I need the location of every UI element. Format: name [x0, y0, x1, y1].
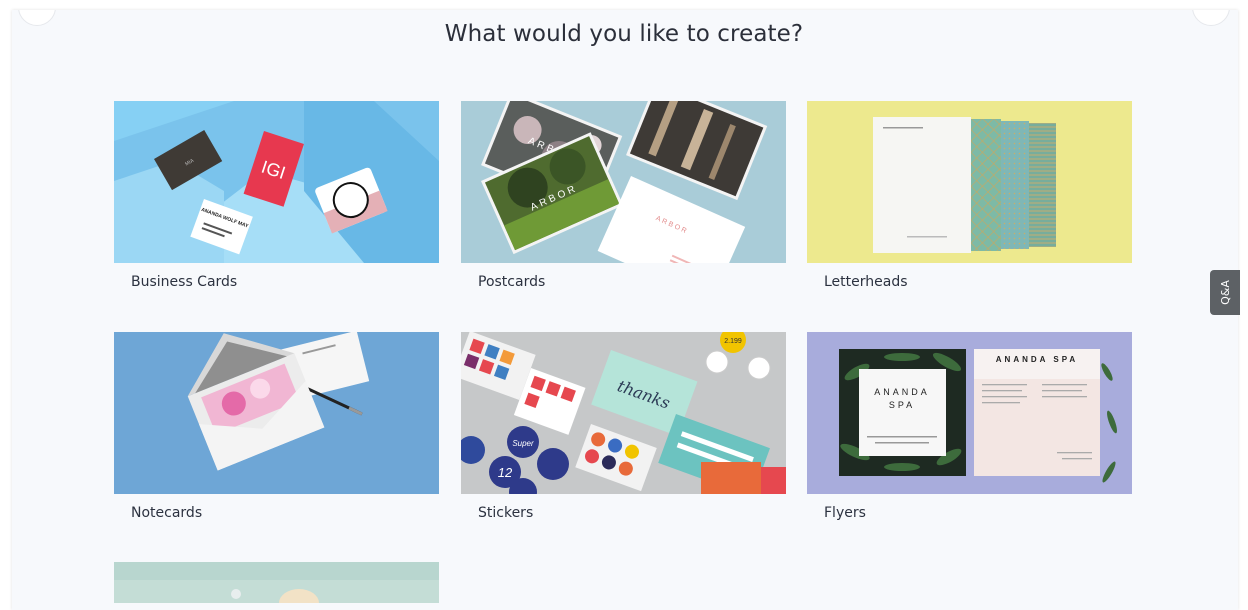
category-card-flyers[interactable]: ANANDA SPA ANANDA SPA Flyers	[807, 332, 1132, 521]
postcards-thumbnail: ARBOR ARBOR ARBOR	[461, 101, 786, 263]
category-label: Stickers	[478, 505, 534, 521]
stickers-thumbnail: SALE thanks 2.199 Super 12	[461, 332, 786, 494]
flyers-left-line2: SPA	[889, 400, 915, 410]
category-card-partial[interactable]	[114, 562, 439, 603]
notecards-thumbnail	[114, 332, 439, 494]
stickers-twelve-text: 12	[498, 465, 513, 480]
category-card-notecards[interactable]: Notecards	[114, 332, 439, 521]
partial-thumbnail	[114, 562, 439, 603]
business-cards-thumbnail: MIA IGI ANANDA WOLF MAY	[114, 101, 439, 263]
qa-tab[interactable]: Q&A	[1210, 270, 1240, 315]
category-card-stickers[interactable]: SALE thanks 2.199 Super 12 Stickers	[461, 332, 786, 521]
page-title: What would you like to create?	[444, 21, 804, 47]
qa-tab-label: Q&A	[1218, 280, 1232, 305]
category-card-letterheads[interactable]: Letterheads	[807, 101, 1132, 290]
category-label: Postcards	[478, 274, 546, 290]
flyers-left-line1: ANANDA	[874, 387, 930, 397]
stickers-super-text: Super	[512, 439, 534, 448]
flyers-thumbnail: ANANDA SPA ANANDA SPA	[807, 332, 1132, 494]
flyers-right-title: ANANDA SPA	[996, 355, 1078, 364]
category-card-postcards[interactable]: ARBOR ARBOR ARBOR	[461, 101, 786, 290]
category-label: Letterheads	[824, 274, 908, 290]
category-label: Business Cards	[131, 274, 238, 290]
letterheads-thumbnail	[807, 101, 1132, 263]
stickers-number-text: 2.199	[724, 338, 742, 345]
category-label: Notecards	[131, 505, 203, 521]
category-card-business-cards[interactable]: MIA IGI ANANDA WOLF MAY Business Cards	[114, 101, 439, 290]
category-label: Flyers	[824, 505, 866, 521]
